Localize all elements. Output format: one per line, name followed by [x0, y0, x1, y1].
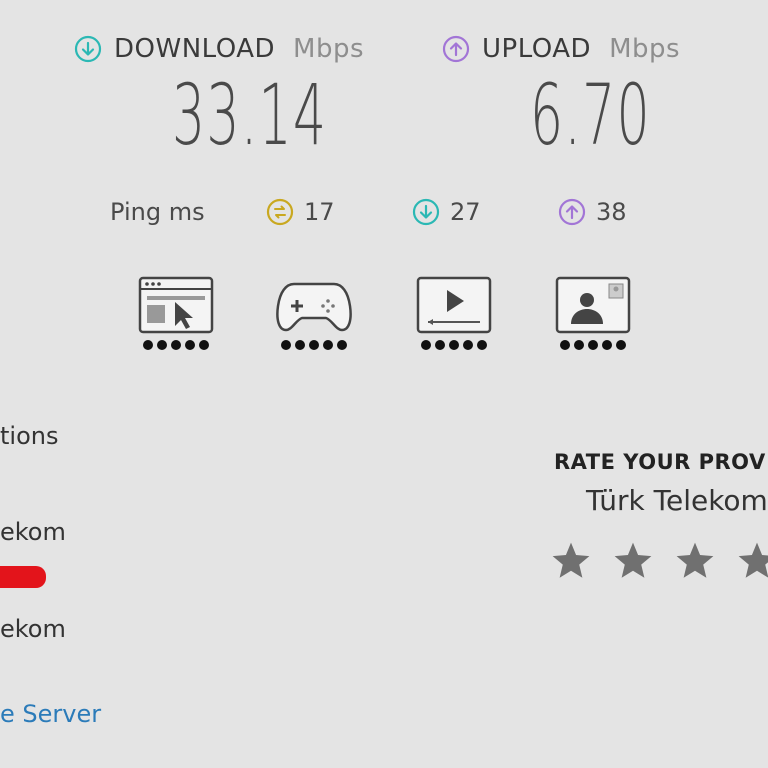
star-icon[interactable]: [612, 540, 654, 582]
connections-label: tions: [0, 422, 59, 450]
ping-row: Ping ms 17 27 38: [110, 198, 670, 226]
change-server-link[interactable]: e Server: [0, 700, 101, 728]
upload-header: UPLOAD Mbps: [442, 34, 680, 64]
provider-name: ekom: [0, 518, 66, 546]
usecase-gaming[interactable]: [276, 276, 352, 350]
usecase-video-chat[interactable]: [555, 276, 631, 350]
download-speed-value: 33.14: [172, 66, 328, 164]
ping-idle-value: 17: [304, 198, 335, 226]
upload-unit: Mbps: [609, 34, 681, 64]
upload-label: UPLOAD: [482, 34, 592, 64]
download-label: DOWNLOAD: [114, 34, 276, 64]
video-streaming-rating: [416, 340, 492, 350]
ping-idle-icon: [266, 198, 294, 226]
ping-idle: 17: [266, 198, 412, 226]
star-icon[interactable]: [674, 540, 716, 582]
usecase-web-browsing[interactable]: [138, 276, 214, 350]
star-icon[interactable]: [736, 540, 768, 582]
star-icon[interactable]: [550, 540, 592, 582]
change-server-link-text[interactable]: Server: [22, 700, 101, 728]
ping-label: Ping ms: [110, 198, 205, 226]
gaming-rating: [276, 340, 352, 350]
web-browsing-rating: [138, 340, 214, 350]
ping-upload: 38: [558, 198, 627, 226]
upload-speed-value: 6.70: [530, 66, 651, 164]
download-header: DOWNLOAD Mbps: [74, 34, 364, 64]
upload-arrow-icon: [442, 35, 470, 63]
ping-download: 27: [412, 198, 558, 226]
web-browsing-icon: [138, 276, 214, 334]
server-name: ekom: [0, 615, 66, 643]
gaming-icon: [276, 282, 352, 332]
ping-download-icon: [412, 198, 440, 226]
rate-provider-name: Türk Telekom: [586, 484, 768, 517]
rate-provider-title: RATE YOUR PROV: [554, 450, 766, 474]
star-rating[interactable]: [550, 540, 768, 582]
video-chat-icon: [555, 276, 631, 334]
video-streaming-icon: [416, 276, 492, 334]
video-chat-rating: [555, 340, 631, 350]
ping-upload-value: 38: [596, 198, 627, 226]
download-unit: Mbps: [293, 34, 365, 64]
download-arrow-icon: [74, 35, 102, 63]
redaction-mark: [0, 566, 46, 588]
ping-download-value: 27: [450, 198, 481, 226]
usecase-video-streaming[interactable]: [416, 276, 492, 350]
ping-upload-icon: [558, 198, 586, 226]
